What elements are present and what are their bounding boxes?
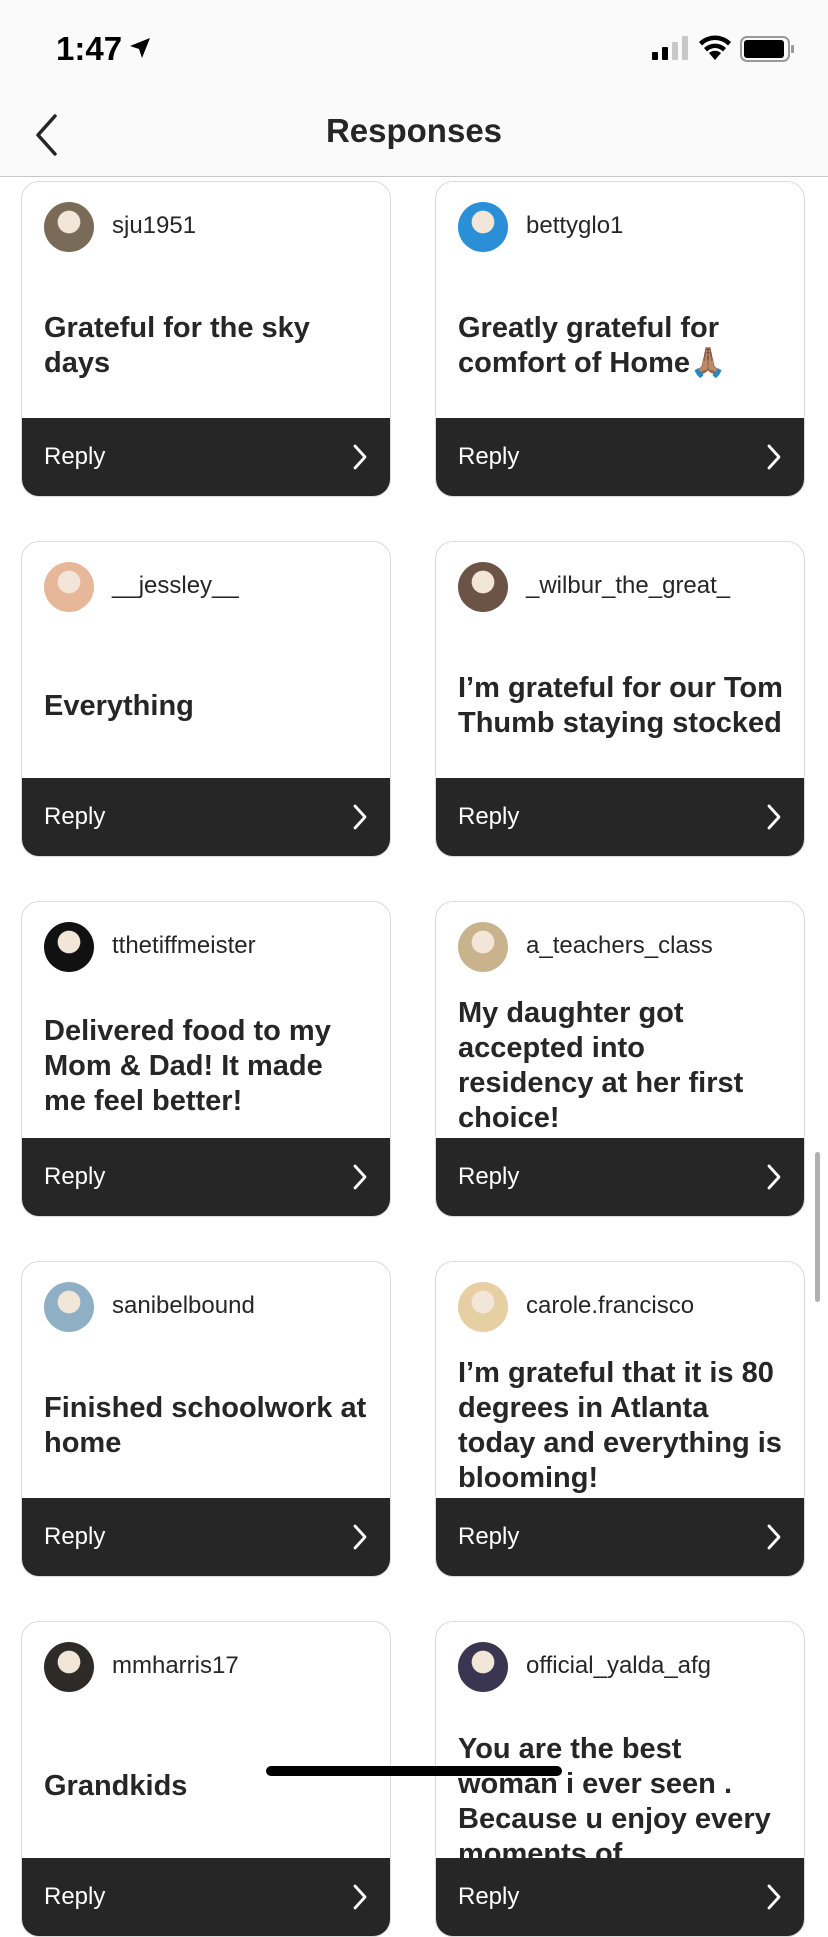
- reply-button[interactable]: Reply: [22, 778, 390, 856]
- response-text: I’m grateful for our Tom Thumb staying s…: [458, 672, 783, 739]
- reply-label: Reply: [458, 443, 520, 470]
- username[interactable]: a_teachers_class: [526, 932, 713, 960]
- username[interactable]: official_yalda_afg: [526, 1652, 711, 1680]
- reply-button[interactable]: Reply: [436, 418, 804, 496]
- username[interactable]: tthetiffmeister: [112, 932, 256, 960]
- battery-icon: [740, 36, 794, 62]
- response-card: sanibelbound Finished schoolwork at home…: [21, 1261, 391, 1577]
- location-arrow-icon: [130, 38, 150, 58]
- reply-label: Reply: [44, 1523, 106, 1550]
- scrollbar[interactable]: [815, 1152, 820, 1302]
- response-text: Everything: [44, 689, 194, 722]
- chevron-right-icon: [353, 1524, 367, 1550]
- reply-button[interactable]: Reply: [22, 418, 390, 496]
- response-card: a_teachers_class My daughter got accepte…: [435, 901, 805, 1217]
- avatar[interactable]: [458, 1282, 508, 1332]
- chevron-right-icon: [353, 1164, 367, 1190]
- response-card: carole.francisco I’m grateful that it is…: [435, 1261, 805, 1577]
- nav-bar: Responses: [0, 96, 828, 177]
- chevron-right-icon: [767, 804, 781, 830]
- response-text: Finished schoolwork at home: [44, 1392, 367, 1459]
- response-card: sju1951 Grateful for the sky days Reply: [21, 181, 391, 497]
- response-card: __jessley__ Everything Reply: [21, 541, 391, 857]
- username[interactable]: sju1951: [112, 212, 196, 240]
- response-text: You are the best woman i ever seen . Bec…: [458, 1733, 771, 1870]
- username[interactable]: mmharris17: [112, 1652, 239, 1680]
- reply-label: Reply: [458, 1163, 520, 1190]
- response-card: tthetiffmeister Delivered food to my Mom…: [21, 901, 391, 1217]
- home-indicator[interactable]: [266, 1766, 562, 1776]
- avatar[interactable]: [44, 922, 94, 972]
- username[interactable]: sanibelbound: [112, 1292, 255, 1320]
- reply-label: Reply: [458, 1523, 520, 1550]
- chevron-right-icon: [353, 444, 367, 470]
- avatar[interactable]: [44, 202, 94, 252]
- cellular-signal-icon: [652, 36, 688, 60]
- reply-button[interactable]: Reply: [436, 1858, 804, 1936]
- reply-button[interactable]: Reply: [436, 1498, 804, 1576]
- reply-label: Reply: [458, 803, 520, 830]
- response-card: bettyglo1 Greatly grateful for comfort o…: [435, 181, 805, 497]
- avatar[interactable]: [458, 1642, 508, 1692]
- avatar[interactable]: [458, 562, 508, 612]
- chevron-right-icon: [767, 444, 781, 470]
- response-text: Grateful for the sky days: [44, 312, 310, 379]
- status-time: 1:47: [56, 30, 123, 67]
- avatar[interactable]: [44, 1282, 94, 1332]
- status-bar: 1:47: [0, 0, 828, 96]
- reply-label: Reply: [458, 1883, 520, 1910]
- avatar[interactable]: [458, 202, 508, 252]
- username[interactable]: carole.francisco: [526, 1292, 694, 1320]
- chevron-right-icon: [767, 1524, 781, 1550]
- reply-button[interactable]: Reply: [22, 1858, 390, 1936]
- reply-button[interactable]: Reply: [22, 1138, 390, 1216]
- reply-label: Reply: [44, 803, 106, 830]
- avatar[interactable]: [44, 562, 94, 612]
- username[interactable]: bettyglo1: [526, 212, 623, 240]
- response-text: Delivered food to my Mom & Dad! It made …: [44, 1014, 331, 1117]
- response-card: official_yalda_afg You are the best woma…: [435, 1621, 805, 1937]
- username[interactable]: __jessley__: [112, 572, 239, 600]
- response-text: I’m grateful that it is 80 degrees in At…: [458, 1357, 782, 1494]
- chevron-right-icon: [767, 1884, 781, 1910]
- wifi-icon: [699, 35, 731, 60]
- response-text: My daughter got accepted into residency …: [458, 997, 744, 1134]
- reply-label: Reply: [44, 1163, 106, 1190]
- avatar[interactable]: [458, 922, 508, 972]
- reply-label: Reply: [44, 1883, 106, 1910]
- page-title: Responses: [325, 112, 503, 149]
- chevron-right-icon: [353, 1884, 367, 1910]
- response-card: _wilbur_the_great_ I’m grateful for our …: [435, 541, 805, 857]
- response-text: Greatly grateful for comfort of Home🙏🏽: [458, 312, 727, 379]
- reply-button[interactable]: Reply: [22, 1498, 390, 1576]
- chevron-right-icon: [767, 1164, 781, 1190]
- chevron-right-icon: [353, 804, 367, 830]
- response-card: mmharris17 Grandkids Reply: [21, 1621, 391, 1937]
- avatar[interactable]: [44, 1642, 94, 1692]
- reply-label: Reply: [44, 443, 106, 470]
- username[interactable]: _wilbur_the_great_: [526, 572, 730, 600]
- reply-button[interactable]: Reply: [436, 778, 804, 856]
- response-text: Grandkids: [44, 1769, 188, 1802]
- reply-button[interactable]: Reply: [436, 1138, 804, 1216]
